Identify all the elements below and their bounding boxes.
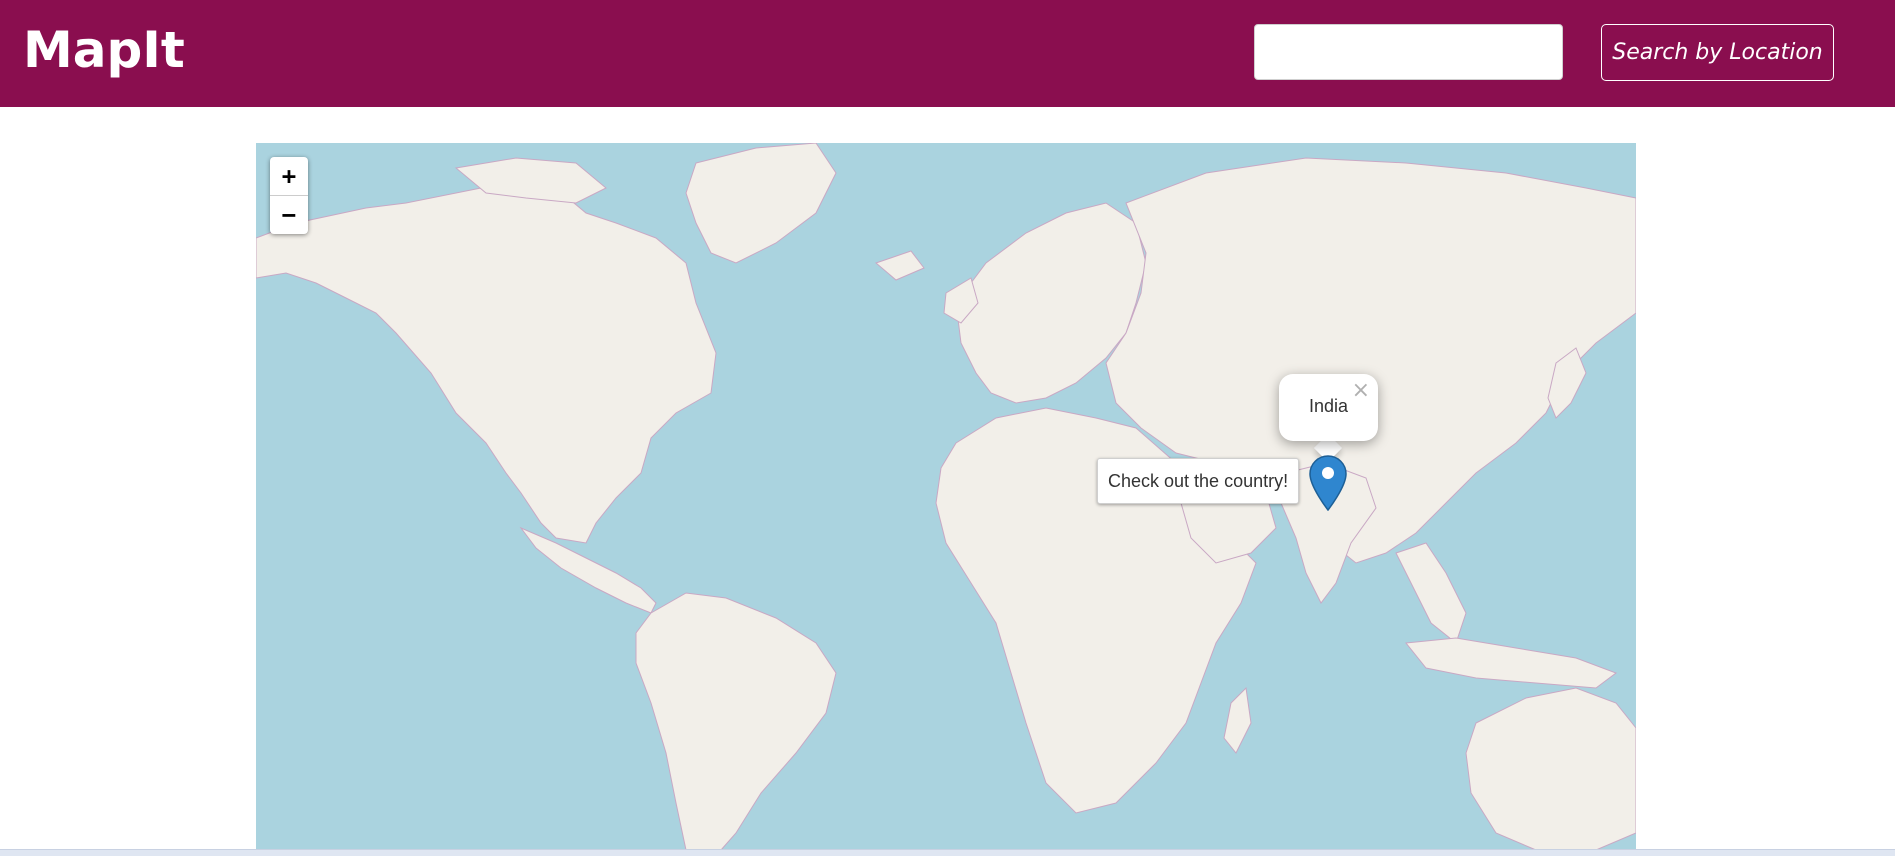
- search-by-location-button[interactable]: Search by Location: [1601, 24, 1834, 81]
- zoom-control: + −: [270, 157, 308, 234]
- zoom-in-button[interactable]: +: [270, 157, 308, 195]
- search-input[interactable]: [1254, 24, 1563, 80]
- navbar: MapIt Search by Location: [0, 0, 1895, 107]
- popup-close-button[interactable]: ×: [1352, 378, 1370, 403]
- marker-tooltip: Check out the country!: [1097, 458, 1300, 504]
- map-container[interactable]: + − Check out the country! India ×: [256, 143, 1636, 850]
- zoom-out-button[interactable]: −: [270, 195, 308, 234]
- world-basemap[interactable]: [256, 143, 1636, 850]
- map-pin-icon[interactable]: [1309, 455, 1347, 511]
- brand-logo[interactable]: MapIt: [23, 18, 185, 82]
- marker-popup: India ×: [1279, 374, 1378, 441]
